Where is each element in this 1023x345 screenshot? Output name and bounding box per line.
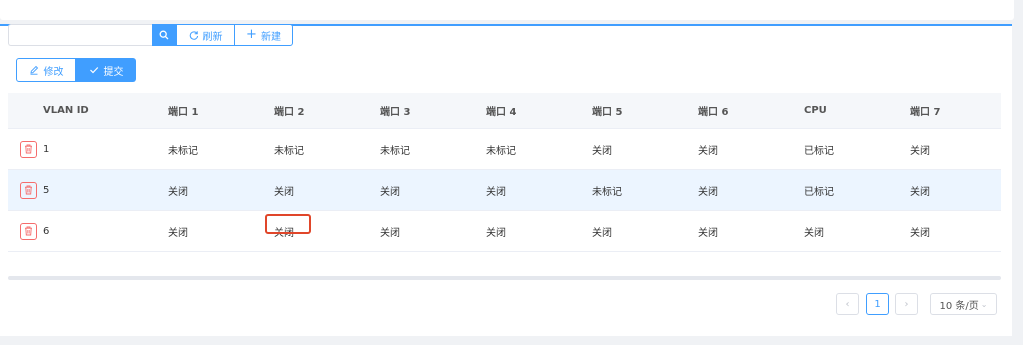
horizontal-scrollbar[interactable] <box>8 276 1001 280</box>
header-port-5: 端口 5 <box>592 107 623 118</box>
page-background-strip <box>1014 0 1023 345</box>
trash-icon <box>24 185 32 195</box>
cell-port-6[interactable]: 关闭 <box>698 224 804 239</box>
highlight-box <box>265 213 311 234</box>
cell-port-6[interactable]: 关闭 <box>698 142 804 157</box>
new-label: 新建 <box>260 31 281 43</box>
cell-port-5[interactable]: 未标记 <box>592 183 698 198</box>
cell-port-1[interactable]: 关闭 <box>168 183 274 198</box>
header-cpu: CPU <box>804 105 827 116</box>
cell-vlan-id: 6 <box>43 225 50 237</box>
edit-button[interactable]: 修改 <box>16 58 76 82</box>
page-size-value: 10 条/页 <box>939 300 979 312</box>
chevron-down-icon: ⌄ <box>980 299 988 309</box>
search-icon <box>159 30 169 40</box>
chevron-right-icon: › <box>904 298 909 310</box>
cell-port-5[interactable]: 关闭 <box>592 142 698 157</box>
refresh-label: 刷新 <box>202 31 223 43</box>
refresh-button[interactable]: 刷新 <box>176 24 235 46</box>
trash-icon <box>24 144 32 154</box>
cell-vlan-id: 5 <box>43 184 50 196</box>
cell-port-3[interactable]: 未标记 <box>380 142 486 157</box>
cell-port-7[interactable]: 关闭 <box>910 183 1016 198</box>
cell-port-1[interactable]: 关闭 <box>168 224 274 239</box>
table-row[interactable]: 1 未标记 未标记 未标记 未标记 关闭 关闭 已标记 关闭 <box>8 129 1001 170</box>
row-action-cell <box>8 140 42 158</box>
refresh-icon <box>189 31 198 40</box>
cell-cpu[interactable]: 已标记 <box>804 142 910 157</box>
cell-cpu[interactable]: 关闭 <box>804 224 910 239</box>
cell-port-4[interactable]: 关闭 <box>486 183 592 198</box>
cell-port-2[interactable]: 未标记 <box>274 142 380 157</box>
cell-port-4[interactable]: 关闭 <box>486 224 592 239</box>
table-row-selected[interactable]: 5 关闭 关闭 关闭 关闭 未标记 关闭 已标记 关闭 <box>8 170 1001 211</box>
header-port-1: 端口 1 <box>168 107 199 118</box>
cell-port-2[interactable]: 关闭 <box>274 183 380 198</box>
vlan-table: VLAN ID 端口 1 端口 2 端口 3 端口 4 端口 5 端口 6 CP… <box>8 93 1001 252</box>
edit-label: 修改 <box>43 66 64 78</box>
check-icon <box>89 67 98 74</box>
plus-icon: + <box>246 27 257 42</box>
delete-button[interactable] <box>19 181 37 199</box>
submit-button[interactable]: 提交 <box>76 58 136 82</box>
header-port-4: 端口 4 <box>486 107 517 118</box>
trash-icon <box>24 226 32 236</box>
cell-port-1[interactable]: 未标记 <box>168 142 274 157</box>
page-size-select[interactable]: 10 条/页 ⌄ <box>930 293 997 315</box>
header-port-6: 端口 6 <box>698 107 729 118</box>
cell-port-7[interactable]: 关闭 <box>910 142 1016 157</box>
row-action-cell <box>8 181 42 199</box>
next-page-button[interactable]: › <box>895 293 918 315</box>
cell-port-3[interactable]: 关闭 <box>380 183 486 198</box>
search-input[interactable] <box>8 24 152 46</box>
cell-port-2-highlighted[interactable]: 关闭 <box>265 213 380 239</box>
table-row[interactable]: 6 关闭 关闭 关闭 关闭 关闭 关闭 关闭 关闭 <box>8 211 1001 252</box>
chevron-left-icon: ‹ <box>845 298 850 310</box>
top-card <box>0 0 1014 20</box>
header-port-7: 端口 7 <box>910 107 941 118</box>
cell-port-3[interactable]: 关闭 <box>380 224 486 239</box>
cell-vlan-id: 1 <box>43 143 50 155</box>
search-button[interactable] <box>152 24 176 46</box>
header-port-3: 端口 3 <box>380 107 411 118</box>
submit-label: 提交 <box>103 66 124 78</box>
row-action-cell <box>8 222 42 240</box>
header-vlan-id: VLAN ID <box>43 105 89 116</box>
prev-page-button[interactable]: ‹ <box>836 293 859 315</box>
page-number-button[interactable]: 1 <box>866 293 889 315</box>
header-port-2: 端口 2 <box>274 107 305 118</box>
delete-button[interactable] <box>19 140 37 158</box>
table-header: VLAN ID 端口 1 端口 2 端口 3 端口 4 端口 5 端口 6 CP… <box>8 93 1001 129</box>
pencil-icon <box>29 65 38 75</box>
cell-cpu[interactable]: 已标记 <box>804 183 910 198</box>
cell-port-6[interactable]: 关闭 <box>698 183 804 198</box>
new-button[interactable]: + 新建 <box>234 24 293 46</box>
cell-port-4[interactable]: 未标记 <box>486 142 592 157</box>
cell-port-7[interactable]: 关闭 <box>910 224 1016 239</box>
delete-button[interactable] <box>19 222 37 240</box>
cell-port-5[interactable]: 关闭 <box>592 224 698 239</box>
